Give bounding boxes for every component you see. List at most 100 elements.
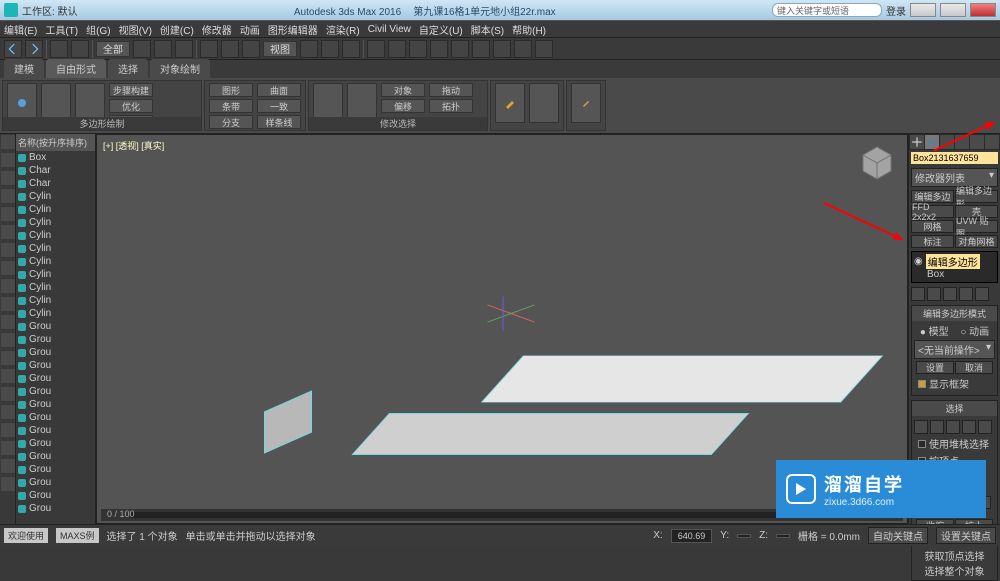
scene-item[interactable]: Cylin (16, 294, 95, 307)
use-stack-check[interactable]: 使用堆栈选择 (929, 436, 989, 451)
menu-help[interactable]: 帮助(H) (512, 22, 546, 37)
scene-item[interactable]: Cylin (16, 268, 95, 281)
maximize-button[interactable] (940, 3, 966, 17)
mirror-button[interactable] (367, 40, 385, 58)
pbtn-c[interactable]: FFD 2x2x2 (911, 205, 954, 218)
scene-item[interactable]: Char (16, 164, 95, 177)
cancel-button[interactable]: 取消 (955, 361, 993, 374)
scene-item[interactable]: Cylin (16, 307, 95, 320)
border-subobj-icon[interactable] (946, 420, 960, 434)
surf-button[interactable]: 曲面 (257, 83, 301, 97)
obj-button[interactable]: 对象 (381, 83, 425, 97)
link-button[interactable] (50, 40, 68, 58)
pbtn-h[interactable]: 对角网格 (955, 235, 998, 248)
pbtn-f[interactable]: UVW 贴图 (955, 220, 998, 233)
render-frame-button[interactable] (514, 40, 532, 58)
unique-icon[interactable] (943, 287, 957, 301)
anim-op-dropdown[interactable]: <无当前操作>▾ (914, 340, 995, 359)
minimize-button[interactable] (910, 3, 936, 17)
radio-anim[interactable]: ○ 动画 (960, 323, 989, 338)
select-rect-button[interactable] (175, 40, 193, 58)
maxscript-pill[interactable]: MAXS例 (56, 528, 99, 543)
layer-button[interactable] (409, 40, 427, 58)
scene-list[interactable]: BoxCharCharCylinCylinCylinCylinCylinCyli… (16, 151, 95, 524)
tab-modeling[interactable]: 建模 (4, 59, 44, 78)
tool-icon[interactable] (1, 261, 15, 275)
rollup-header[interactable]: 编辑多边形模式 (912, 306, 997, 321)
scene-item[interactable]: Grou (16, 346, 95, 359)
vertex-subobj-icon[interactable] (914, 420, 928, 434)
scene-item[interactable]: Cylin (16, 203, 95, 216)
step-build-button[interactable]: 步骤构建 (109, 83, 153, 97)
scene-header[interactable]: 名称(按升序排序) (16, 134, 95, 151)
scene-item[interactable]: Cylin (16, 190, 95, 203)
scale-button[interactable] (242, 40, 260, 58)
tool-icon[interactable] (1, 135, 15, 149)
poly-subobj-icon[interactable] (962, 420, 976, 434)
tool-icon[interactable] (1, 297, 15, 311)
tab-freeform[interactable]: 自由形式 (46, 59, 106, 78)
scene-item[interactable]: Cylin (16, 281, 95, 294)
menu-view[interactable]: 视图(V) (119, 22, 152, 37)
tool-icon[interactable] (1, 171, 15, 185)
scene-item[interactable]: Box (16, 151, 95, 164)
tool-icon[interactable] (1, 459, 15, 473)
tool-icon[interactable] (1, 315, 15, 329)
tool-icon[interactable] (1, 153, 15, 167)
tool-icon[interactable] (1, 207, 15, 221)
menu-tools[interactable]: 工具(T) (45, 22, 78, 37)
radio-model[interactable]: ● 模型 (920, 323, 949, 338)
menu-render[interactable]: 渲染(R) (326, 22, 360, 37)
pbtn-g[interactable]: 标注 (911, 235, 954, 248)
login-link[interactable]: 登录 (886, 3, 906, 18)
rotate-button[interactable] (221, 40, 239, 58)
workspace-label[interactable]: 工作区: 默认 (22, 3, 78, 18)
tool-icon[interactable] (1, 189, 15, 203)
setkey-button[interactable]: 设置关键点 (936, 527, 996, 544)
rollup-header[interactable]: 选择 (912, 401, 997, 416)
tab-select[interactable]: 选择 (108, 59, 148, 78)
selection-filter-dropdown[interactable]: 全部 (96, 41, 130, 57)
move-button[interactable] (200, 40, 218, 58)
scene-item[interactable]: Cylin (16, 229, 95, 242)
scene-item[interactable]: Grou (16, 359, 95, 372)
tool-icon[interactable] (1, 387, 15, 401)
tool-icon[interactable] (1, 405, 15, 419)
display-tab[interactable] (970, 135, 984, 149)
create-tab[interactable] (910, 135, 924, 149)
element-subobj-icon[interactable] (978, 420, 992, 434)
scene-item[interactable]: Grou (16, 398, 95, 411)
edge-subobj-icon[interactable] (930, 420, 944, 434)
offset-button[interactable]: 偏移 (381, 99, 425, 113)
material-editor-button[interactable] (472, 40, 490, 58)
tool-icon[interactable] (1, 351, 15, 365)
undo-button[interactable] (4, 40, 22, 58)
menu-edit[interactable]: 编辑(E) (4, 22, 37, 37)
menu-civil[interactable]: Civil View (368, 24, 411, 35)
conform-button[interactable]: 一致 (257, 99, 301, 113)
angle-snap-button[interactable] (321, 40, 339, 58)
percent-snap-button[interactable] (342, 40, 360, 58)
pbtn-b[interactable]: 编辑多边形 (955, 190, 998, 203)
scene-item[interactable]: Grou (16, 450, 95, 463)
scene-item[interactable]: Cylin (16, 242, 95, 255)
config-icon[interactable] (975, 287, 989, 301)
ref-coord-dropdown[interactable]: 视图 (263, 41, 297, 57)
scene-item[interactable]: Grou (16, 437, 95, 450)
pin-stack-icon[interactable] (911, 287, 925, 301)
autokey-button[interactable]: 自动关键点 (868, 527, 928, 544)
scene-item[interactable]: Grou (16, 385, 95, 398)
close-button[interactable] (970, 3, 996, 17)
tab-objpaint[interactable]: 对象绘制 (150, 59, 210, 78)
show-end-icon[interactable] (927, 287, 941, 301)
align-button[interactable] (388, 40, 406, 58)
menu-modifier[interactable]: 修改器 (202, 22, 232, 37)
modifier-stack[interactable]: ◉编辑多边形 Box (911, 251, 998, 283)
scene-item[interactable]: Grou (16, 372, 95, 385)
paint-brush-button[interactable] (495, 83, 525, 123)
tool-icon[interactable] (1, 441, 15, 455)
shape-button[interactable]: 图形 (209, 83, 253, 97)
stack-item-box[interactable]: Box (927, 269, 944, 280)
menu-create[interactable]: 创建(C) (160, 22, 194, 37)
menu-group[interactable]: 组(G) (86, 22, 110, 37)
